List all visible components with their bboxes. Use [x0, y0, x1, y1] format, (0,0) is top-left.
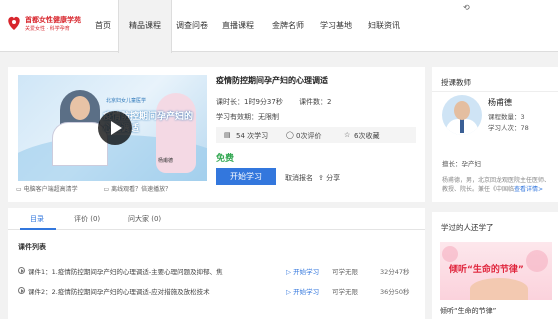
- teacher-heading: 授课教师: [441, 78, 471, 87]
- decor-bubble: [526, 250, 548, 272]
- mouse-cursor-icon: ⟲: [463, 3, 470, 12]
- thumb-subtitle: 北京妇女儿童医学: [106, 98, 147, 104]
- decor-hands: [470, 278, 528, 300]
- nav-courses[interactable]: 精品课程: [118, 0, 172, 53]
- related-course-title[interactable]: 倾听“生命的节律”: [440, 306, 496, 316]
- teacher-course-count: 课程数量：3: [488, 113, 525, 121]
- lesson-title: 课件2：2.疫情防控期间孕产妇的心理调适-应对措施及放松技术: [28, 288, 210, 296]
- nav-base[interactable]: 学习基地: [320, 0, 352, 52]
- teacher-name[interactable]: 杨甫德: [488, 97, 512, 108]
- brand-name: 首都女性健康学苑: [25, 16, 81, 24]
- desktop-client-label: 电脑客户端超高清学: [23, 186, 78, 193]
- logo-icon: [8, 16, 20, 30]
- course-tabs: 目录 评价 (0) 问大家 (0): [8, 208, 425, 230]
- teacher-bio: 杨甫德，男，北京回龙观医院主任医师、教授、院长。兼任《中国临查看详情>: [442, 176, 554, 194]
- reviews-icon: ◯: [286, 131, 294, 139]
- nav-news[interactable]: 妇联资讯: [368, 0, 400, 52]
- nav-live[interactable]: 直播课程: [222, 0, 254, 52]
- lesson-start-link[interactable]: ▷ 开始学习: [286, 286, 319, 296]
- teacher-avatar[interactable]: [442, 95, 482, 135]
- related-banner-text: 倾听“生命的节律”: [449, 265, 524, 275]
- nav-survey[interactable]: 调查问卷: [176, 0, 208, 52]
- teacher-student-count: 学习人次：78: [488, 124, 529, 132]
- tab-questions[interactable]: 问大家 (0): [128, 214, 161, 224]
- course-lesson-count: 课件数：2: [299, 98, 332, 106]
- course-thumbnail[interactable]: 北京妇女儿童医学 疫情防控期间孕产妇的心理调适 杨甫德: [18, 75, 207, 181]
- brand-slogan: 关爱女性 · 科学孕育: [25, 26, 70, 32]
- lessons-card: 目录 评价 (0) 问大家 (0) 课件列表 课件1：1.疫情防控期间孕产妇的心…: [8, 208, 425, 319]
- course-stats: ▤ 54 次学习 ◯ 0次评价 ☆ 6次收藏: [216, 127, 416, 143]
- reviews-count: 0次评价: [296, 132, 322, 140]
- share-link[interactable]: ⇪ 分享: [318, 173, 340, 183]
- start-learning-button[interactable]: 开始学习: [216, 168, 276, 185]
- lesson-start-link[interactable]: ▷ 开始学习: [286, 266, 319, 276]
- lesson-access: 可学无限: [332, 288, 358, 296]
- desktop-client-link[interactable]: ▭ 电脑客户端超高清学: [16, 186, 90, 193]
- offline-link[interactable]: ▭ 离线观看？倍速播放？: [104, 186, 184, 193]
- lesson-access: 可学无限: [332, 268, 358, 276]
- learners-count: 54 次学习: [236, 132, 269, 140]
- course-meta: 课时长：1时9分37秒 课件数：2: [216, 97, 346, 107]
- share-icon: ⇪: [318, 174, 327, 182]
- lesson-start-label: 开始学习: [293, 268, 320, 276]
- play-circle-icon: [18, 287, 25, 294]
- site-logo[interactable]: 首都女性健康学苑 关爱女性 · 科学孕育: [5, 12, 87, 34]
- lesson-duration: 36分50秒: [380, 288, 410, 296]
- play-circle-icon: [18, 267, 25, 274]
- course-card: 北京妇女儿童医学 疫情防控期间孕产妇的心理调适 杨甫德 疫情防控期间孕产妇的心理…: [8, 67, 425, 202]
- client-links: ▭ 电脑客户端超高清学 ▭ 离线观看？倍速播放？: [16, 184, 195, 193]
- nav-teachers[interactable]: 金牌名师: [272, 0, 304, 52]
- lesson-row[interactable]: 课件1：1.疫情防控期间孕产妇的心理调适-主要心理问题及抑郁、焦 ▷ 开始学习 …: [18, 265, 418, 279]
- lesson-start-label: 开始学习: [293, 288, 320, 296]
- thumb-teacher-name: 杨甫德: [158, 158, 174, 164]
- tab-catalog[interactable]: 目录: [30, 214, 44, 224]
- related-course-thumbnail[interactable]: 倾听“生命的节律”: [440, 242, 552, 300]
- tab-reviews[interactable]: 评价 (0): [74, 214, 100, 224]
- play-icon[interactable]: [98, 111, 132, 145]
- course-duration: 课时长：1时9分37秒: [216, 98, 283, 106]
- related-courses-card: 学过的人还学了 倾听“生命的节律” 倾听“生命的节律”: [432, 212, 558, 319]
- lessons-heading: 课件列表: [18, 243, 46, 251]
- nav-home[interactable]: 首页: [95, 0, 111, 52]
- learners-icon: ▤: [224, 131, 231, 139]
- favorites-count: 6次收藏: [354, 132, 380, 140]
- course-price: 免费: [216, 154, 235, 164]
- divider: [432, 91, 558, 92]
- teacher-specialty: 擅长：孕产妇: [442, 160, 481, 168]
- lesson-row[interactable]: 课件2：2.疫情防控期间孕产妇的心理调适-应对措施及放松技术 ▷ 开始学习 可学…: [18, 285, 418, 299]
- lesson-title: 课件1：1.疫情防控期间孕产妇的心理调适-主要心理问题及抑郁、焦: [28, 268, 223, 276]
- course-title: 疫情防控期间孕产妇的心理调适: [216, 76, 328, 85]
- active-tab-indicator: [20, 228, 56, 230]
- teacher-more-link[interactable]: 查看详情>: [514, 186, 543, 193]
- top-header: 首都女性健康学苑 关爱女性 · 科学孕育 首页 精品课程 调查问卷 直播课程 金…: [0, 0, 558, 53]
- share-label: 分享: [326, 174, 341, 182]
- cancel-enroll-link[interactable]: 取消报名: [285, 173, 313, 183]
- course-validity: 学习有效期：无限制: [216, 113, 279, 121]
- favorite-icon[interactable]: ☆: [344, 131, 350, 139]
- decor-bubble: [442, 246, 458, 262]
- lesson-duration: 32分47秒: [380, 268, 410, 276]
- related-heading: 学过的人还学了: [441, 223, 494, 232]
- thumb-doctor-image: [52, 90, 108, 166]
- offline-label: 离线观看？倍速播放？: [111, 186, 172, 193]
- teacher-card: 授课教师 杨甫德 课程数量：3 学习人次：78 擅长：孕产妇 杨甫德，男，北京回…: [432, 67, 558, 202]
